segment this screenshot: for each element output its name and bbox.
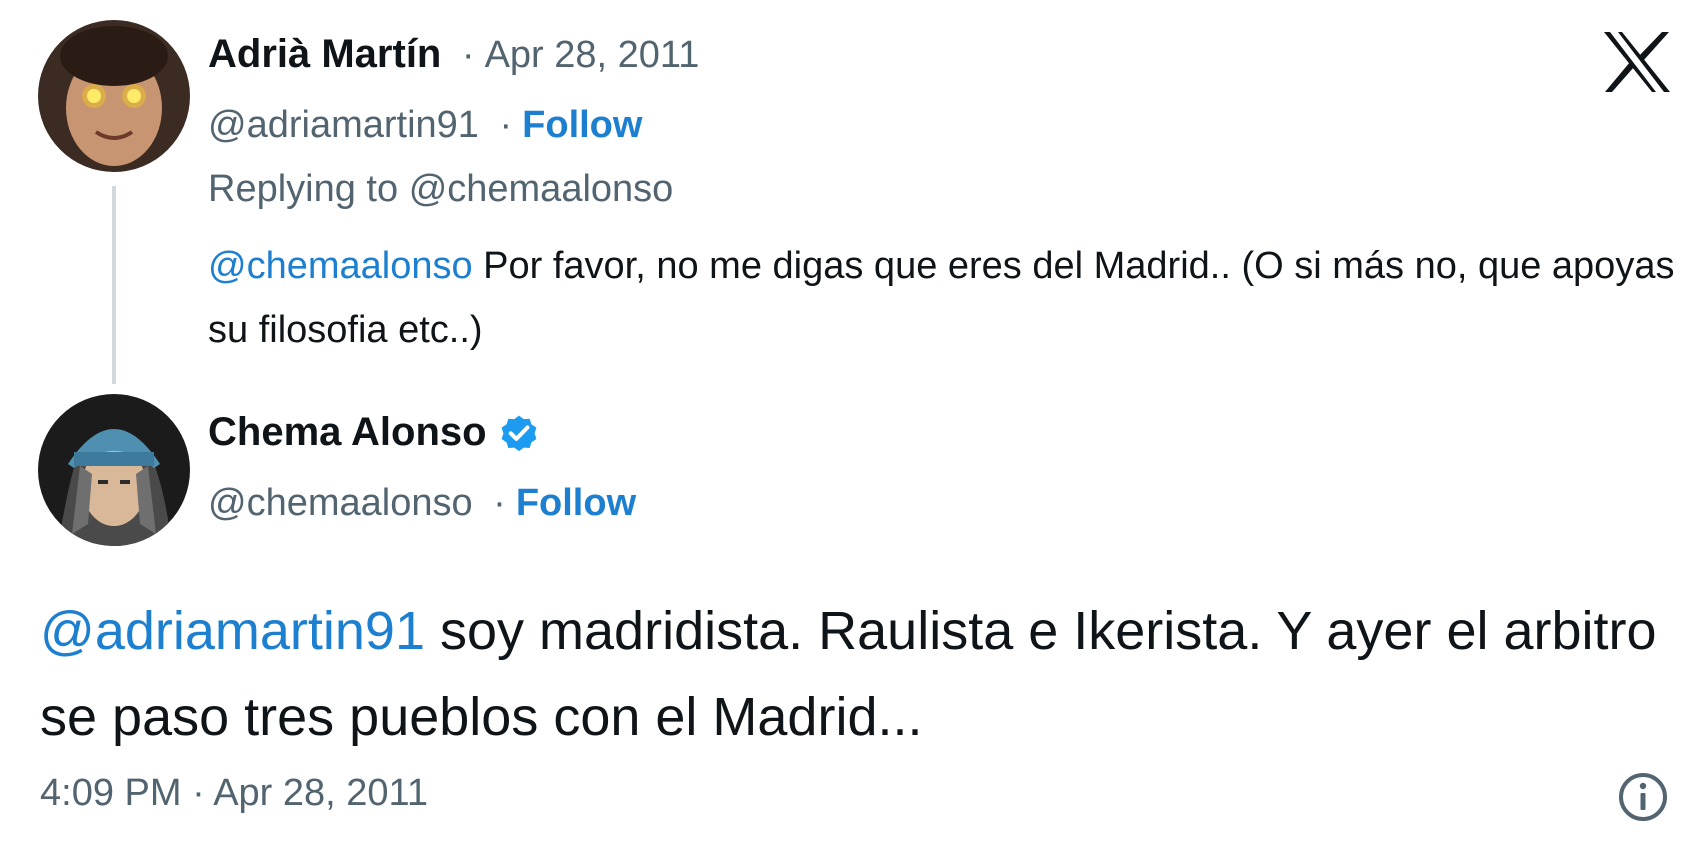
replying-to-label: Replying to [208, 168, 399, 210]
separator-dot: · [499, 104, 513, 146]
avatar-adria[interactable] [38, 20, 190, 172]
follow-button-chema[interactable]: Follow [516, 482, 636, 524]
main-display-name[interactable]: Chema Alonso [208, 410, 487, 455]
main-handle[interactable]: @chemaalonso [208, 482, 473, 524]
info-icon[interactable] [1616, 770, 1670, 829]
reply-tweet-text: @chemaalonso Por favor, no me digas que … [208, 234, 1688, 362]
reply-date[interactable]: Apr 28, 2011 [485, 34, 700, 76]
reply-header: Adrià Martín · Apr 28, 2011 [208, 32, 699, 77]
reply-mention-link[interactable]: @chemaalonso [208, 245, 473, 287]
main-mention-link[interactable]: @adriamartin91 [40, 601, 425, 661]
main-tweet-text: @adriamartin91 soy madridista. Raulista … [40, 588, 1680, 760]
main-timestamp[interactable]: 4:09 PM · Apr 28, 2011 [40, 772, 428, 815]
reply-display-name[interactable]: Adrià Martín [208, 32, 441, 76]
replying-to-row: Replying to @chemaalonso [208, 168, 673, 211]
reply-handle[interactable]: @adriamartin91 [208, 104, 479, 146]
separator-dot: · [493, 482, 506, 524]
replying-to-handle[interactable]: @chemaalonso [409, 168, 674, 210]
verified-badge-icon [497, 411, 541, 455]
avatar-chema[interactable] [38, 394, 190, 546]
x-logo-icon[interactable] [1602, 30, 1672, 99]
main-header: Chema Alonso [208, 410, 541, 455]
separator-dot: · [461, 34, 475, 76]
reply-handle-row: @adriamartin91 · Follow [208, 104, 642, 147]
follow-button-adria[interactable]: Follow [522, 104, 642, 146]
main-handle-row: @chemaalonso · Follow [208, 482, 636, 525]
thread-line [112, 186, 116, 384]
